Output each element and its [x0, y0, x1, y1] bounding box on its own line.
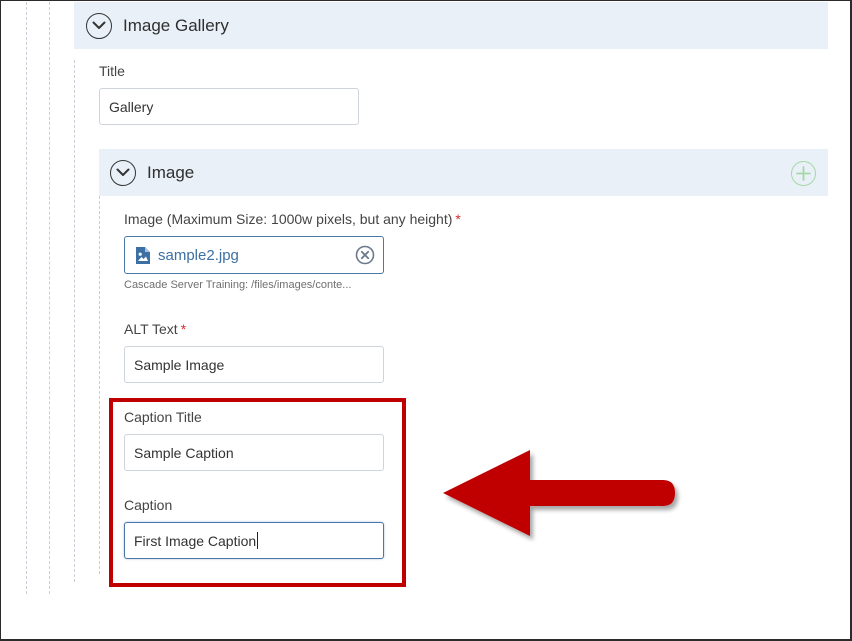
section-title: Image Gallery	[123, 15, 229, 35]
alt-text-field[interactable]: Sample Image	[124, 346, 384, 383]
title-label: Title	[99, 63, 125, 79]
nesting-guide-items	[74, 60, 75, 582]
clear-icon[interactable]	[355, 245, 375, 265]
annotation-highlight-box	[109, 398, 406, 587]
image-file-icon	[135, 246, 151, 265]
section-title: Image	[147, 162, 195, 182]
image-section-header[interactable]: Image	[99, 149, 828, 196]
chevron-down-icon[interactable]	[110, 159, 136, 186]
file-name[interactable]: sample2.jpg	[158, 247, 239, 264]
nesting-guide-gallery	[49, 2, 50, 594]
image-file-chooser[interactable]: sample2.jpg	[124, 236, 384, 274]
arrow-annotation	[443, 450, 675, 536]
required-marker: *	[455, 211, 461, 227]
file-path: Cascade Server Training: /files/images/c…	[124, 279, 352, 291]
title-value: Gallery	[109, 98, 154, 115]
nesting-guide-image	[99, 196, 100, 574]
add-icon[interactable]	[791, 161, 816, 186]
alt-text-value: Sample Image	[134, 356, 225, 373]
title-field[interactable]: Gallery	[99, 88, 359, 125]
image-label: Image (Maximum Size: 1000w pixels, but a…	[124, 211, 461, 227]
nesting-guide-outer	[26, 2, 27, 594]
alt-text-label: ALT Text *	[124, 321, 187, 337]
image-gallery-header[interactable]: Image Gallery	[74, 2, 828, 49]
chevron-down-icon[interactable]	[86, 12, 112, 39]
required-marker: *	[180, 321, 187, 337]
